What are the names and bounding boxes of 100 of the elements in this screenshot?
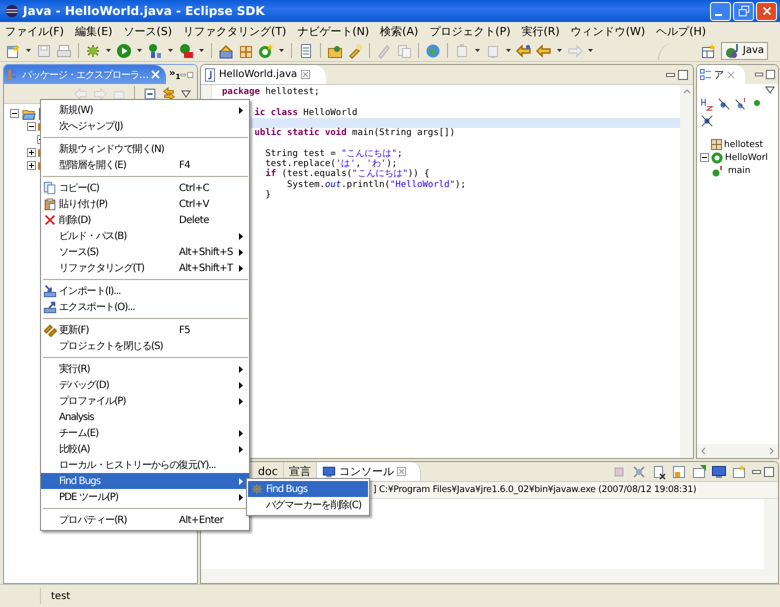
menu-item[interactable]: 編集(E) — [74, 24, 112, 38]
link-arrows-icon[interactable] — [162, 86, 176, 100]
context-menu-item[interactable]: 削除(D) Delete — [41, 212, 249, 228]
run-icon[interactable] — [115, 42, 133, 60]
context-menu-item[interactable]: コピー(C) Ctrl+C — [41, 180, 249, 196]
hide-local-types-icon[interactable] — [700, 114, 714, 128]
back-arrow-icon[interactable] — [74, 86, 88, 100]
run-config-icon[interactable] — [146, 42, 164, 60]
submenu-item[interactable]: バグマーカーを削除(C) — [248, 497, 368, 513]
more-views-button[interactable]: »$_{1}$ — [169, 68, 180, 81]
new-class-icon[interactable] — [257, 42, 275, 60]
editor-tab[interactable]: HelloWorld.java — [201, 65, 326, 84]
menu-item[interactable]: ヘルプ(H) — [656, 24, 706, 38]
outline-item[interactable]: main — [728, 166, 750, 176]
back-arrow-icon[interactable] — [535, 42, 553, 60]
minimize-maximize-icon[interactable] — [754, 69, 776, 80]
context-menu-item[interactable]: デバッグ(D) — [41, 377, 249, 393]
close-button[interactable] — [756, 2, 777, 20]
pin-console-icon[interactable] — [691, 464, 707, 480]
view-menu-icon[interactable] — [765, 86, 775, 94]
dropdown-arrow-icon[interactable] — [506, 49, 511, 52]
dot-icon[interactable] — [751, 97, 763, 109]
minimize-maximize-icon[interactable] — [665, 68, 689, 80]
minimize-maximize-icon[interactable] — [751, 466, 775, 478]
menu-item[interactable]: 検索(A) — [380, 24, 418, 38]
menu-item[interactable]: ソース(S) — [123, 24, 172, 38]
code-line: ublic static void main(String args[]) — [254, 128, 455, 138]
tree-toggle-icon[interactable] — [700, 153, 709, 162]
dropdown-arrow-icon[interactable] — [557, 49, 562, 52]
external-tools-icon[interactable] — [177, 42, 195, 60]
context-menu-item[interactable]: インポート(I)... — [41, 283, 249, 299]
forward-arrow-icon[interactable] — [93, 86, 107, 100]
context-menu-item[interactable]: 比較(A) — [41, 441, 249, 457]
minimize-button[interactable] — [710, 2, 731, 20]
context-menu-item[interactable]: ビルド・パス(B) — [41, 228, 249, 244]
context-menu-item[interactable]: 貼り付け(P) Ctrl+V — [41, 196, 249, 212]
dropdown-arrow-icon[interactable] — [588, 49, 593, 52]
menu-item[interactable]: ナビゲート(N) — [297, 24, 370, 38]
torch-icon[interactable] — [346, 42, 364, 60]
clear-console-icon[interactable] — [651, 464, 667, 480]
context-menu-item[interactable]: ローカル・ヒストリーからの復元(Y)... — [41, 457, 249, 473]
context-menu-item[interactable]: エクスポート(O)... — [41, 299, 249, 315]
close-icon[interactable] — [727, 70, 735, 78]
sort-icon[interactable] — [700, 97, 714, 111]
submenu-item[interactable]: Find Bugs — [248, 481, 368, 497]
view-tab[interactable]: コンソール — [316, 462, 421, 481]
vertical-scrollbar[interactable] — [680, 85, 693, 458]
close-icon[interactable] — [301, 70, 310, 79]
dropdown-arrow-icon[interactable] — [168, 49, 173, 52]
dropdown-arrow-icon[interactable] — [199, 49, 204, 52]
context-menu-item[interactable]: 型階層を開く(E) F4 — [41, 157, 249, 173]
outline-tab[interactable]: ア — [697, 65, 745, 84]
context-menu-item[interactable]: プロパティー(R) Alt+Enter — [41, 512, 249, 528]
horizontal-scrollbar[interactable] — [201, 569, 778, 583]
refresh-icon — [43, 323, 57, 337]
close-icon[interactable] — [396, 467, 406, 476]
tree-toggle-icon[interactable] — [27, 122, 36, 131]
context-menu-item[interactable]: リファクタリング(T) Alt+Shift+T — [41, 260, 249, 276]
menu-item[interactable]: プロジェクト(P) — [429, 24, 510, 38]
back-edit-icon[interactable] — [515, 42, 533, 60]
hide-static-icon[interactable] — [734, 97, 748, 111]
hide-fields-icon[interactable] — [717, 97, 731, 111]
display-console-icon[interactable] — [711, 464, 727, 480]
tree-toggle-icon[interactable] — [27, 161, 36, 170]
context-menu-item[interactable]: プロファイル(P) — [41, 393, 249, 409]
menu-item[interactable]: 実行(R) — [522, 24, 560, 38]
restore-icon — [736, 4, 750, 18]
dropdown-arrow-icon[interactable] — [137, 49, 142, 52]
context-menu-item[interactable]: プロジェクトを閉じる(S) — [41, 338, 249, 354]
context-menu-item[interactable]: ソース(S) Alt+Shift+S — [41, 244, 249, 260]
package-icon — [711, 139, 722, 150]
dropdown-arrow-icon[interactable] — [26, 49, 31, 52]
globe-icon[interactable] — [424, 42, 442, 60]
context-menu-item[interactable]: 実行(R) — [41, 361, 249, 377]
tree-toggle-icon[interactable] — [27, 148, 36, 157]
context-menu-item[interactable]: PDE ツール(P) — [41, 489, 249, 505]
menu-item[interactable]: ウィンドウ(W) — [570, 24, 646, 38]
context-menu-item[interactable]: 新規(W) — [41, 102, 249, 118]
context-menu-item[interactable]: Analysis — [41, 409, 249, 425]
menu-item[interactable]: ファイル(F) — [5, 24, 64, 38]
new-file-icon[interactable] — [4, 42, 22, 60]
context-menu-item[interactable]: チーム(E) — [41, 425, 249, 441]
restore-button[interactable] — [733, 2, 754, 20]
context-menu-item[interactable]: 新規ウィンドウで開く(N) — [41, 141, 249, 157]
menu-item[interactable]: リファクタリング(T) — [183, 24, 286, 38]
tree-toggle-icon[interactable] — [10, 109, 19, 118]
dropdown-arrow-icon[interactable] — [279, 49, 284, 52]
java-perspective-button[interactable]: Java — [720, 42, 768, 60]
outline-item[interactable]: hellotest — [724, 140, 764, 150]
console-icon — [322, 464, 336, 478]
outline-item[interactable]: HelloWorl — [725, 152, 768, 162]
collapse-all-icon[interactable] — [143, 86, 157, 100]
dropdown-arrow-icon[interactable] — [475, 49, 480, 52]
export-icon — [43, 300, 57, 314]
dropdown-arrow-icon[interactable] — [106, 49, 111, 52]
context-menu-item[interactable]: Find Bugs — [41, 473, 249, 489]
code-line: if (test.equals("こんにちは")) { — [264, 169, 430, 180]
context-menu-item[interactable]: 更新(F) F5 — [41, 322, 249, 338]
context-menu-item[interactable]: 次へジャンプ(J) — [41, 118, 249, 134]
vertical-scrollbar[interactable] — [764, 499, 778, 569]
